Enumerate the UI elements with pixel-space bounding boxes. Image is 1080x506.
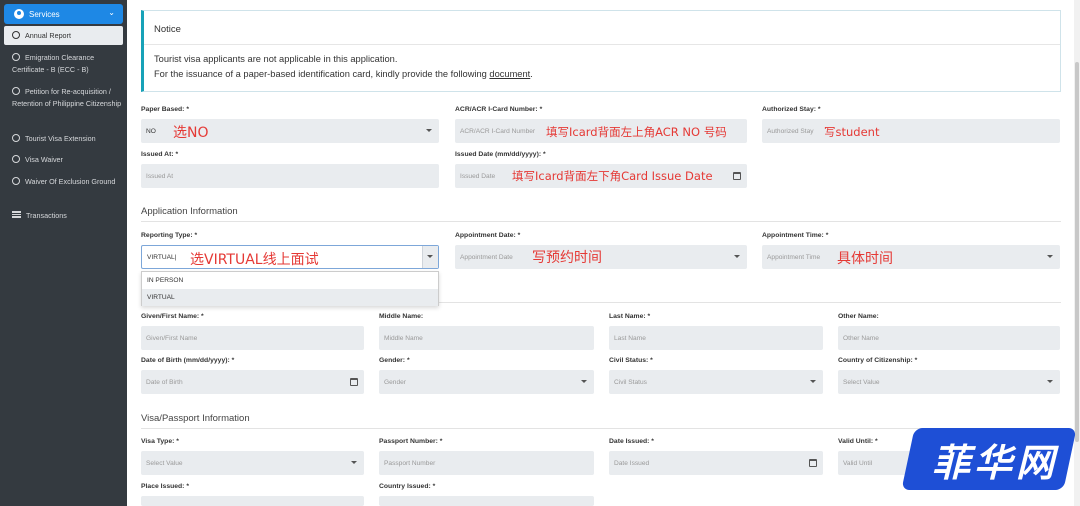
country-issued-input[interactable] [379, 496, 594, 506]
calendar-icon[interactable] [809, 459, 817, 467]
notice-line: For the issuance of a paper-based identi… [154, 69, 533, 79]
gender-label: Gender: * [379, 357, 410, 364]
notice-box: Notice Tourist visa applicants are not a… [141, 10, 1061, 92]
civil-status-label: Civil Status: * [609, 357, 653, 364]
annotation-acr: 填写Icard背面左上角ACR NO 号码 [546, 125, 727, 139]
sidebar-item-tourist-visa-extension[interactable]: Tourist Visa Extension [4, 133, 123, 145]
valid-until-label: Valid Until: * [838, 438, 878, 445]
citizenship-label: Country of Citizenship: * [838, 357, 918, 364]
sidebar-item-ecc-b[interactable]: Emigration Clearance Certificate - B (EC… [4, 52, 123, 76]
annotation-paper-based: 选NO [173, 125, 209, 141]
services-icon [14, 9, 24, 19]
circle-icon [12, 31, 20, 39]
services-menu[interactable]: Services ⌄ [4, 4, 123, 24]
sidebar-item-label: Emigration Clearance Certificate - B (EC… [12, 53, 95, 74]
sidebar-item-label: Transactions [26, 211, 67, 220]
circle-icon [12, 177, 20, 185]
notice-line: Tourist visa applicants are not applicab… [154, 54, 398, 64]
place-issued-input[interactable] [141, 496, 364, 506]
annotation-appt-date: 写预约时间 [532, 250, 602, 266]
visa-type-select[interactable]: Select Value [141, 451, 364, 475]
caret-down-icon [351, 461, 357, 464]
sidebar-item-label: Visa Waiver [25, 155, 63, 164]
appointment-date-label: Appointment Date: * [455, 232, 521, 239]
passport-number-input[interactable]: Passport Number [379, 451, 594, 475]
select-toggle[interactable] [422, 246, 438, 268]
calendar-icon[interactable] [350, 378, 358, 386]
middle-name-input[interactable]: Middle Name [379, 326, 594, 350]
appointment-time-select[interactable]: Appointment Time [762, 245, 1060, 269]
given-name-input[interactable]: Given/First Name [141, 326, 364, 350]
visa-type-label: Visa Type: * [141, 438, 179, 445]
divider [439, 302, 1061, 303]
reporting-type-dropdown: IN PERSON VIRTUAL [141, 271, 439, 306]
scrollbar[interactable] [1074, 0, 1080, 506]
issued-at-label: Issued At: * [141, 151, 179, 158]
dob-label: Date of Birth (mm/dd/yyyy): * [141, 357, 235, 364]
dob-input[interactable]: Date of Birth [141, 370, 364, 394]
table-icon [12, 211, 21, 218]
annotation-stay: 写student [824, 125, 880, 139]
sidebar-item-label: Tourist Visa Extension [25, 134, 96, 143]
circle-icon [12, 53, 20, 61]
option-virtual[interactable]: VIRTUAL [142, 289, 438, 306]
authorized-stay-input[interactable]: Authorized Stay [762, 119, 1060, 143]
notice-title: Notice [154, 24, 181, 35]
paper-based-label: Paper Based: * [141, 106, 189, 113]
sidebar-item-petition[interactable]: Petition for Re-acquisition / Retention … [4, 86, 123, 110]
issued-date-label: Issued Date (mm/dd/yyyy): * [455, 151, 546, 158]
divider [144, 44, 1060, 45]
place-issued-label: Place Issued: * [141, 483, 189, 490]
sidebar-item-label: Annual Report [25, 31, 71, 40]
section-title: Application Information [141, 206, 238, 217]
sidebar-item-annual-report[interactable]: Annual Report [4, 26, 123, 45]
last-name-input[interactable]: Last Name [609, 326, 823, 350]
sidebar-item-visa-waiver[interactable]: Visa Waiver [4, 154, 123, 166]
divider [141, 221, 1061, 222]
caret-down-icon [581, 380, 587, 383]
document-link[interactable]: document [489, 69, 530, 79]
appointment-time-label: Appointment Time: * [762, 232, 829, 239]
date-issued-label: Date Issued: * [609, 438, 654, 445]
scrollbar-thumb[interactable] [1075, 62, 1079, 442]
other-name-label: Other Name: [838, 313, 879, 320]
reporting-type-label: Reporting Type: * [141, 232, 198, 239]
caret-down-icon [427, 255, 433, 258]
sidebar-item-label: Waiver Of Exclusion Ground [25, 177, 116, 186]
services-label: Services [29, 9, 60, 19]
country-issued-label: Country Issued: * [379, 483, 436, 490]
caret-down-icon [1047, 255, 1053, 258]
option-in-person[interactable]: IN PERSON [142, 272, 438, 289]
gender-select[interactable]: Gender [379, 370, 594, 394]
watermark-text: 菲华网 [932, 441, 1059, 485]
other-name-input[interactable]: Other Name [838, 326, 1060, 350]
annotation-appt-time: 具体时间 [837, 251, 893, 267]
caret-down-icon [1047, 380, 1053, 383]
passport-number-label: Passport Number: * [379, 438, 443, 445]
circle-icon [12, 134, 20, 142]
chevron-down-icon: ⌄ [108, 8, 115, 17]
middle-name-label: Middle Name: [379, 313, 424, 320]
circle-icon [12, 87, 20, 95]
calendar-icon[interactable] [733, 172, 741, 180]
circle-icon [12, 155, 20, 163]
last-name-label: Last Name: * [609, 313, 651, 320]
caret-down-icon [426, 129, 432, 132]
section-title: Visa/Passport Information [141, 413, 250, 424]
issued-at-input[interactable]: Issued At [141, 164, 439, 188]
sidebar-item-waiver-exclusion[interactable]: Waiver Of Exclusion Ground [4, 176, 123, 188]
caret-down-icon [734, 255, 740, 258]
annotation-issue-date: 填写Icard背面左下角Card Issue Date [512, 169, 713, 183]
sidebar: Services ⌄ Annual Report Emigration Clea… [0, 0, 127, 506]
sidebar-item-transactions[interactable]: Transactions [4, 210, 123, 222]
acr-number-label: ACR/ACR I-Card Number: * [455, 106, 543, 113]
citizenship-select[interactable]: Select Value [838, 370, 1060, 394]
annotation-reporting: 选VIRTUAL线上面试 [190, 252, 319, 268]
caret-down-icon [810, 380, 816, 383]
authorized-stay-label: Authorized Stay: * [762, 106, 821, 113]
sidebar-item-label: Petition for Re-acquisition / Retention … [12, 87, 122, 108]
given-name-label: Given/First Name: * [141, 313, 204, 320]
date-issued-input[interactable]: Date Issued [609, 451, 823, 475]
civil-status-select[interactable]: Civil Status [609, 370, 823, 394]
